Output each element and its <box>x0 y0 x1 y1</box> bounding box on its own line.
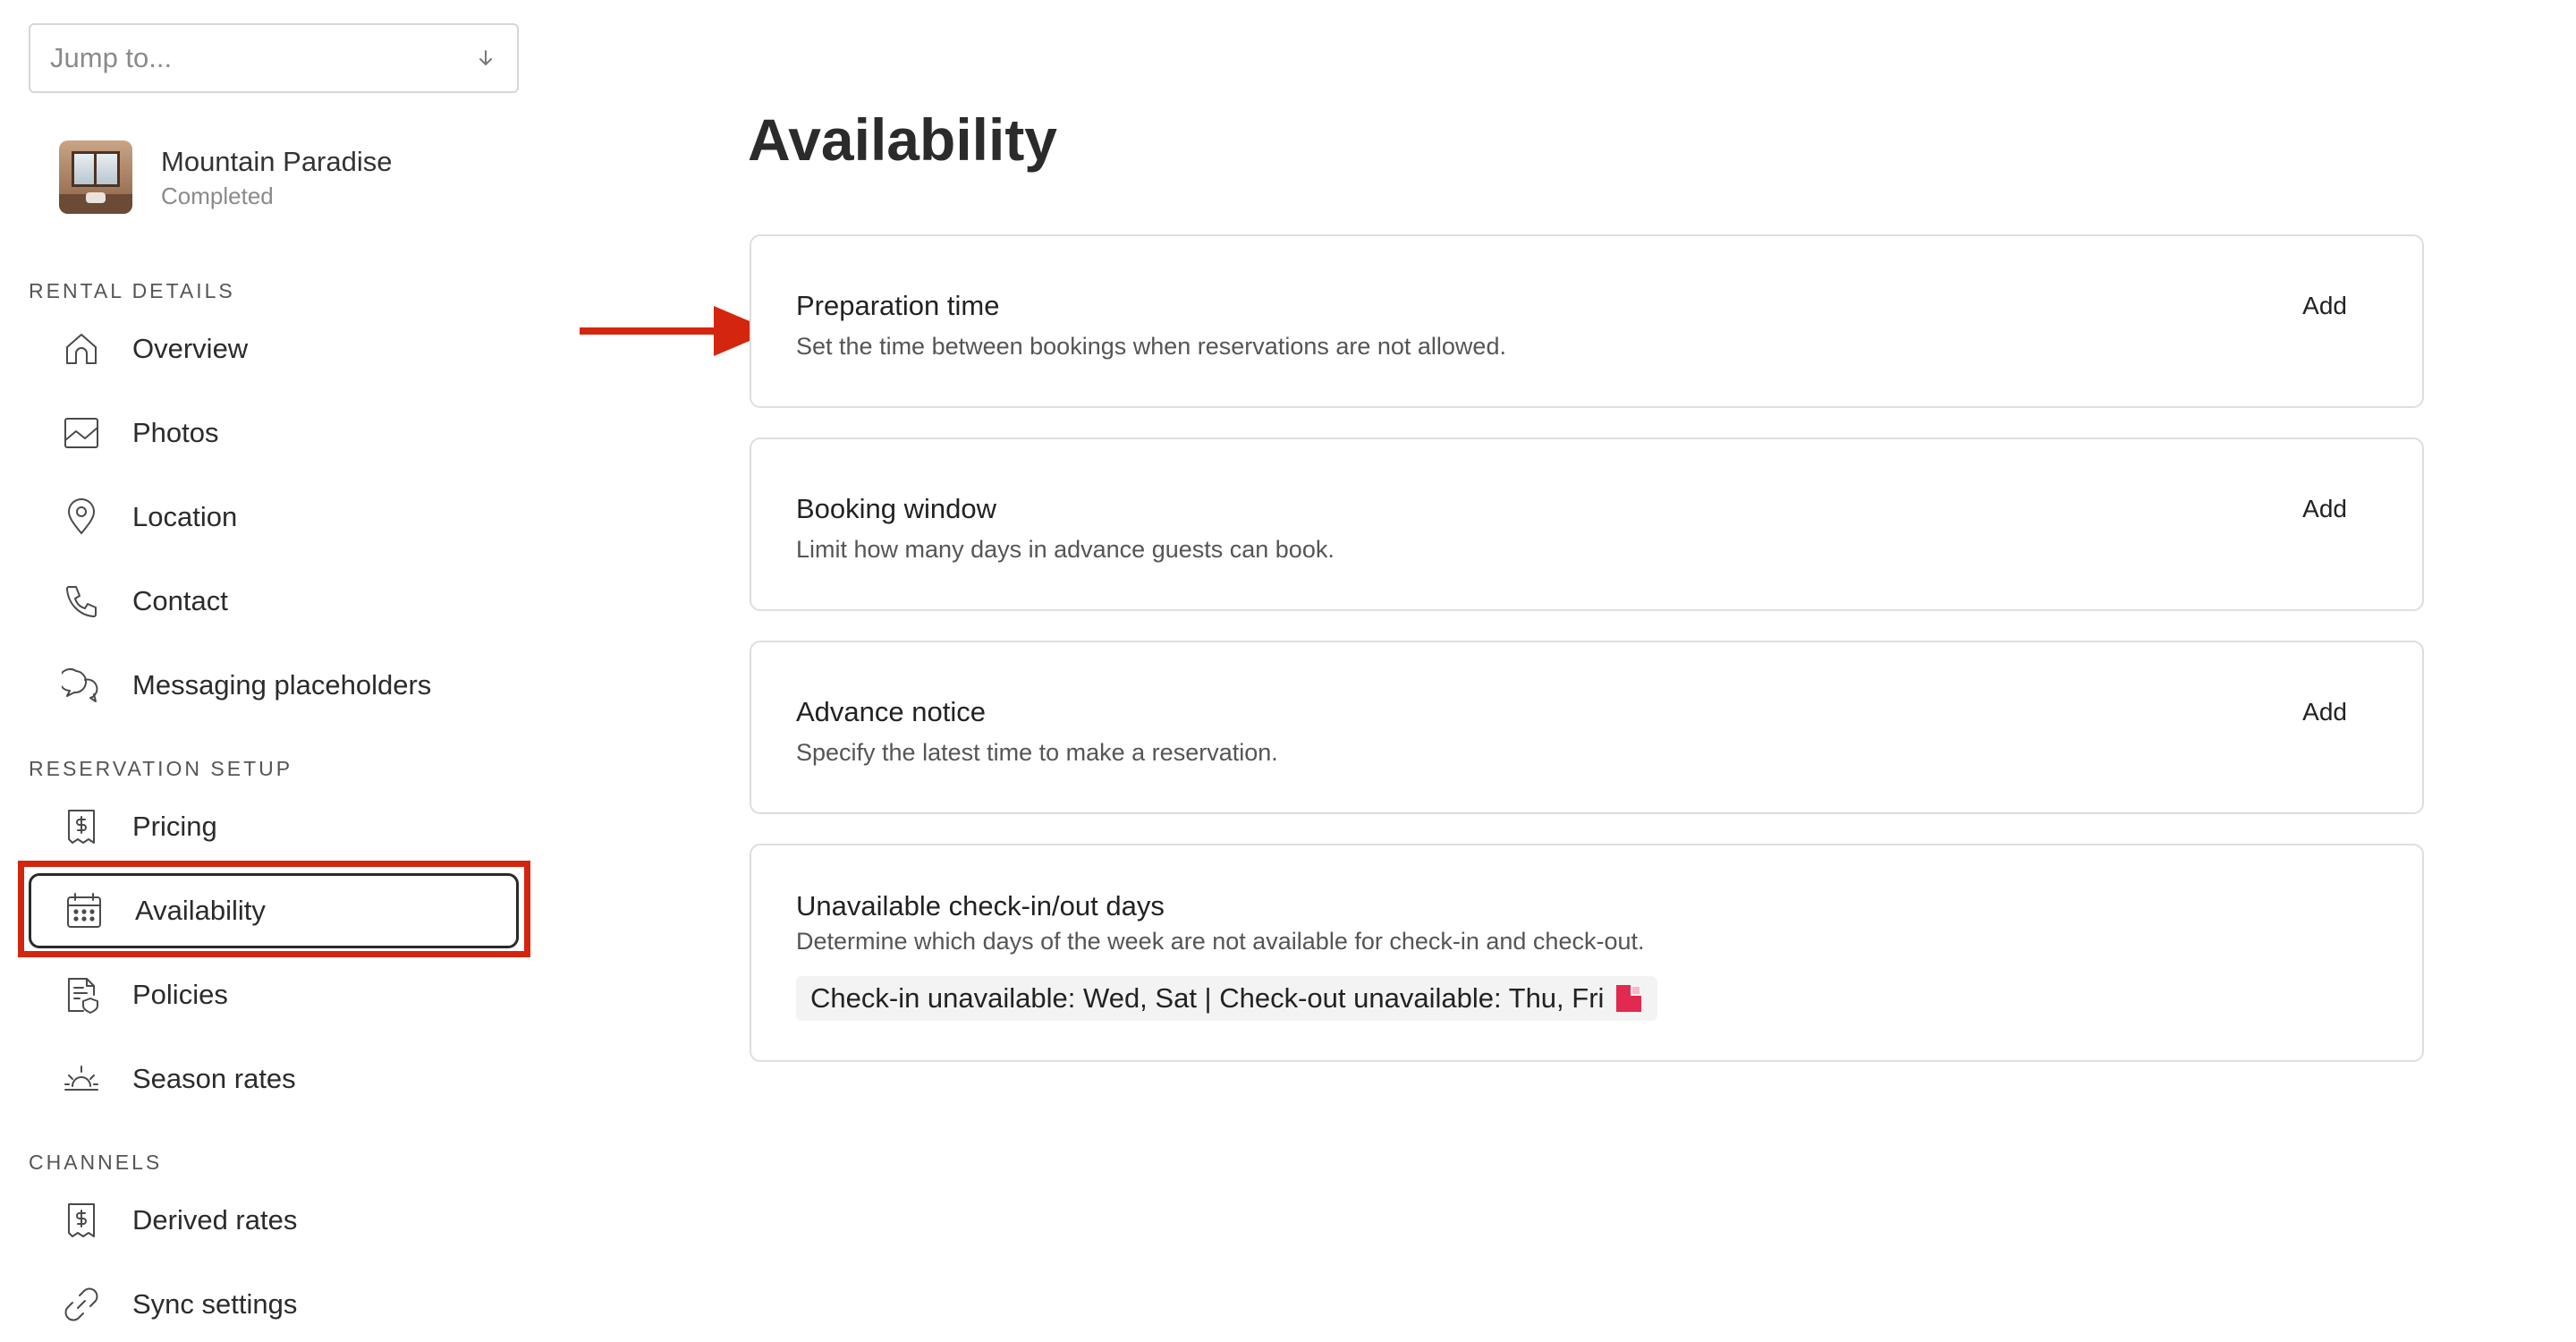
card-title: Unavailable check-in/out days <box>796 890 1165 922</box>
card-description: Specify the latest time to make a reserv… <box>796 739 1278 766</box>
sidebar-item-policies[interactable]: Policies <box>29 957 519 1032</box>
property-name: Mountain Paradise <box>161 146 393 177</box>
property-status: Completed <box>161 183 274 209</box>
document-shield-icon <box>61 974 102 1015</box>
checkin-checkout-value: Check-in unavailable: Wed, Sat | Check-o… <box>810 982 1605 1014</box>
image-icon <box>61 412 102 454</box>
property-thumbnail <box>59 140 132 214</box>
jump-to-select[interactable]: Jump to... <box>29 23 519 93</box>
property-header[interactable]: Mountain Paradise Completed <box>59 140 393 214</box>
annotation-arrow-icon <box>580 306 773 356</box>
add-preparation-time-button[interactable]: Add <box>2302 292 2347 320</box>
add-booking-window-button[interactable]: Add <box>2302 495 2347 523</box>
card-title: Booking window <box>796 493 997 524</box>
card-description: Determine which days of the week are not… <box>796 928 1645 955</box>
sidebar-item-location[interactable]: Location <box>29 480 519 555</box>
sidebar-item-label: Photos <box>132 417 219 448</box>
card-title: Advance notice <box>796 696 986 727</box>
home-icon <box>61 328 102 369</box>
sidebar-item-label: Sync settings <box>132 1288 298 1320</box>
section-rental-details: RENTAL DETAILS <box>29 279 235 302</box>
sidebar-item-overview[interactable]: Overview <box>29 311 519 386</box>
annotation-highlight-box <box>18 861 530 957</box>
sidebar-item-label: Policies <box>132 979 228 1010</box>
sidebar-item-season-rates[interactable]: Season rates <box>29 1041 519 1117</box>
add-advance-notice-button[interactable]: Add <box>2302 698 2347 726</box>
sidebar-item-label: Contact <box>132 585 228 616</box>
sidebar-item-messaging-placeholders[interactable]: Messaging placeholders <box>29 648 519 723</box>
arrow-down-icon <box>479 50 492 65</box>
checkin-checkout-value-chip: Check-in unavailable: Wed, Sat | Check-o… <box>796 976 1658 1021</box>
card-booking-window[interactable]: Booking window Limit how many days in ad… <box>750 437 2424 611</box>
sidebar-item-label: Messaging placeholders <box>132 669 432 701</box>
section-channels: CHANNELS <box>29 1151 163 1174</box>
sidebar-item-contact[interactable]: Contact <box>29 564 519 639</box>
chat-bubbles-icon <box>61 665 102 706</box>
sidebar-item-photos[interactable]: Photos <box>29 395 519 471</box>
card-preparation-time[interactable]: Preparation time Set the time between bo… <box>750 234 2424 408</box>
sidebar-item-label: Location <box>132 501 238 532</box>
phone-icon <box>61 581 102 622</box>
sidebar-item-label: Overview <box>132 333 249 364</box>
card-description: Set the time between bookings when reser… <box>796 333 1506 360</box>
dollar-document-icon <box>61 1200 102 1241</box>
flag-icon <box>1616 985 1642 1012</box>
sidebar-item-pricing[interactable]: Pricing <box>29 789 519 864</box>
map-pin-icon <box>61 497 102 538</box>
card-description: Limit how many days in advance guests ca… <box>796 536 1335 563</box>
jump-to-placeholder: Jump to... <box>50 42 173 73</box>
card-title: Preparation time <box>796 290 1000 321</box>
sun-icon <box>61 1058 102 1100</box>
sidebar-item-label: Derived rates <box>132 1204 298 1236</box>
sidebar-item-sync-settings[interactable]: Sync settings <box>29 1267 519 1342</box>
card-advance-notice[interactable]: Advance notice Specify the latest time t… <box>750 641 2424 814</box>
link-icon <box>61 1284 102 1325</box>
card-unavailable-checkin-out-days[interactable]: Unavailable check-in/out days Determine … <box>750 844 2424 1062</box>
sidebar-item-derived-rates[interactable]: Derived rates <box>29 1183 519 1258</box>
sidebar-item-label: Pricing <box>132 811 217 842</box>
sidebar-item-label: Season rates <box>132 1063 296 1094</box>
dollar-document-icon <box>61 806 102 847</box>
page-title: Availability <box>748 106 1058 173</box>
section-reservation-setup: RESERVATION SETUP <box>29 757 293 780</box>
